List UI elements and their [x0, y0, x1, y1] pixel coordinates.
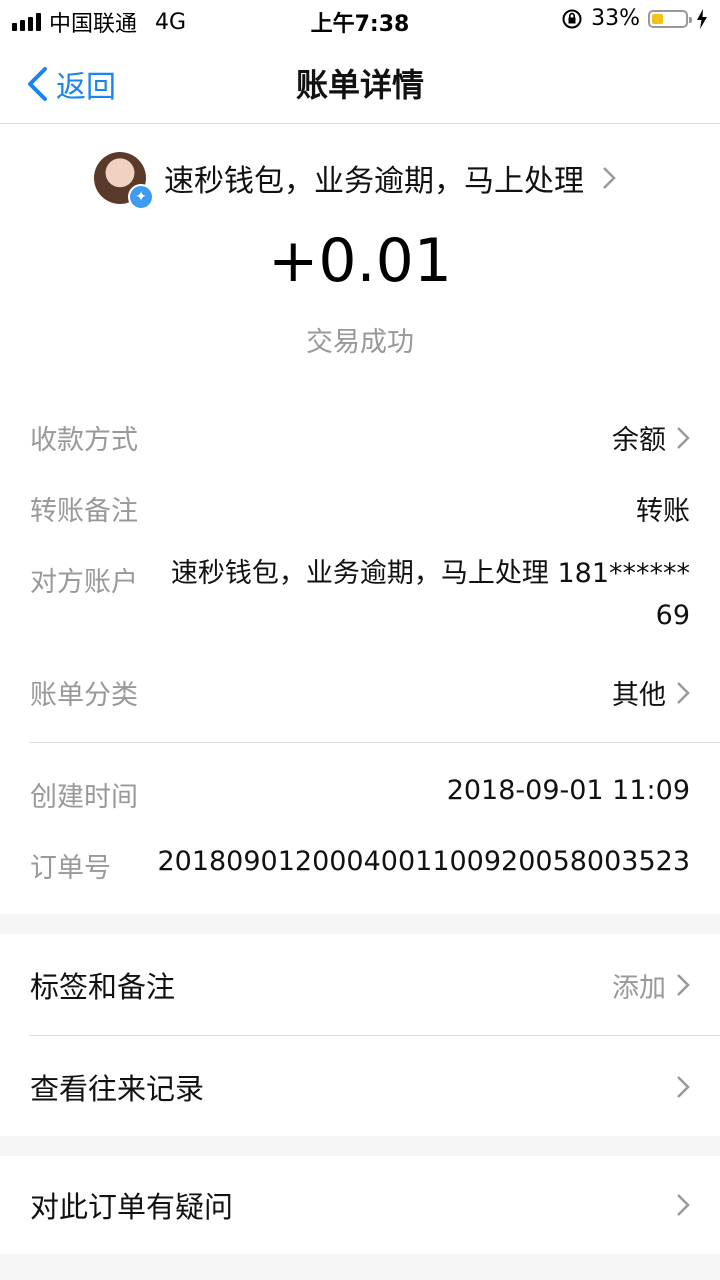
row-label: 订单号 — [30, 853, 111, 884]
payment-method-row[interactable]: 收款方式 余额 — [30, 418, 690, 457]
transaction-status: 交易成功 — [306, 327, 414, 358]
chevron-right-icon — [677, 426, 690, 449]
charging-icon — [697, 8, 707, 29]
amount: +0.01 — [268, 226, 452, 296]
battery-icon — [648, 9, 692, 28]
chevron-right-icon — [677, 1076, 690, 1098]
add-hint: 添加 — [612, 972, 666, 1004]
row-label: 对方账户 — [30, 567, 138, 598]
avatar: ✦ — [94, 152, 154, 210]
history-label: 查看往来记录 — [30, 1072, 205, 1106]
status-right: 33% — [561, 6, 708, 31]
tags-notes-item[interactable]: 标签和备注 添加 — [30, 964, 690, 1006]
order-number-row: 订单号 2018090120004001100920058003523 — [30, 846, 690, 885]
row-value-line1: 速秒钱包，业务逾期，马上处理 181****** — [170, 558, 690, 589]
divider — [30, 1035, 720, 1036]
chevron-right-icon — [677, 974, 690, 996]
chevron-right-icon — [677, 1194, 690, 1216]
rotation-lock-icon — [562, 9, 582, 28]
row-value-line2: 69 — [655, 600, 690, 631]
row-label: 账单分类 — [30, 680, 138, 711]
status-bar: 中国联通 4G 上午7:38 33% — [0, 0, 720, 40]
verified-badge-icon: ✦ — [128, 184, 154, 210]
order-question-item[interactable]: 对此订单有疑问 — [30, 1184, 690, 1226]
payee-row[interactable]: ✦ 速秒钱包，业务逾期，马上处理 — [94, 152, 616, 210]
bill-detail-card: ✦ 速秒钱包，业务逾期，马上处理 +0.01 交易成功 收款方式 余额 转账备注… — [0, 124, 720, 914]
row-value: 2018090120004001100920058003523 — [157, 846, 690, 877]
page-title: 账单详情 — [295, 66, 424, 104]
nav-bar: 返回 账单详情 — [0, 40, 720, 124]
payee-name: 速秒钱包，业务逾期，马上处理 — [164, 164, 584, 199]
row-value: 2018-09-01 11:09 — [446, 775, 690, 806]
row-value: 余额 — [612, 425, 666, 456]
order-question-label: 对此订单有疑问 — [30, 1190, 234, 1224]
created-time-row: 创建时间 2018-09-01 11:09 — [30, 775, 690, 814]
row-value: 转账 — [636, 496, 690, 527]
history-item[interactable]: 查看往来记录 — [30, 1066, 690, 1108]
row-label: 创建时间 — [30, 782, 138, 813]
divider — [30, 742, 720, 743]
row-label: 收款方式 — [30, 425, 138, 456]
battery-percent: 33% — [591, 6, 640, 31]
row-label: 转账备注 — [30, 496, 138, 527]
chevron-right-icon — [603, 167, 616, 189]
actions-menu: 标签和备注 添加 查看往来记录 — [0, 934, 720, 1136]
bill-category-row[interactable]: 账单分类 其他 — [30, 673, 690, 712]
chevron-right-icon — [677, 681, 690, 704]
row-value: 其他 — [612, 680, 666, 711]
question-menu: 对此订单有疑问 — [0, 1156, 720, 1254]
counterparty-account-row: 对方账户 速秒钱包，业务逾期，马上处理 181****** 69 — [30, 558, 690, 637]
transfer-note-row: 转账备注 转账 — [30, 489, 690, 528]
tags-notes-label: 标签和备注 — [30, 970, 176, 1004]
